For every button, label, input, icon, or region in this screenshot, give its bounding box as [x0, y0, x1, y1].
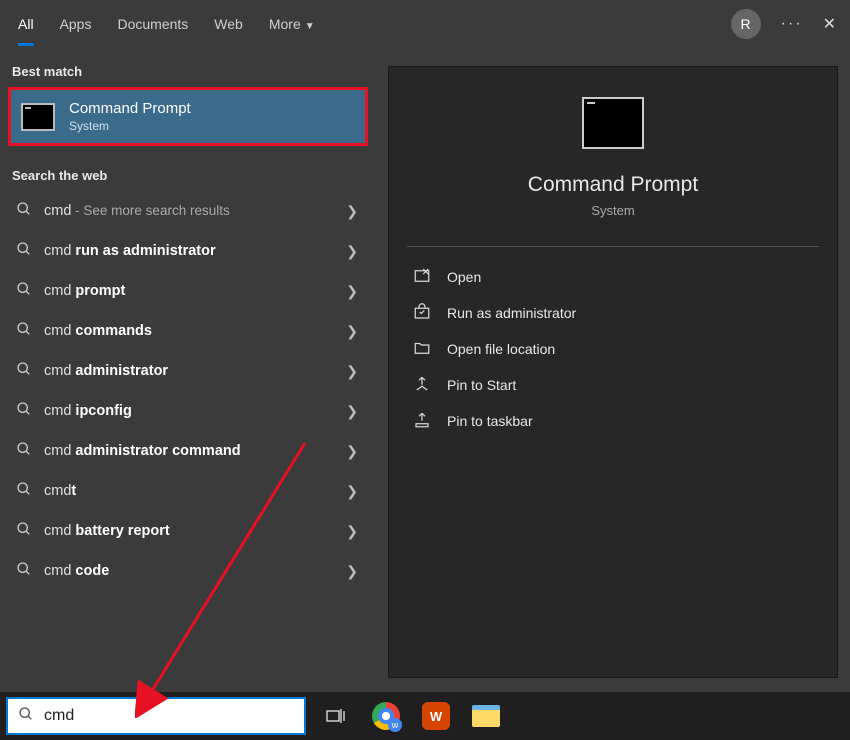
web-result-item[interactable]: cmd - See more search results ❯ [8, 191, 368, 231]
action-label: Pin to Start [447, 377, 516, 393]
result-text: cmdt [44, 483, 76, 499]
web-result-item[interactable]: cmd run as administrator ❯ [8, 231, 368, 271]
chevron-right-icon[interactable]: ❯ [346, 203, 358, 220]
taskbar: W [0, 692, 850, 740]
result-text: cmd ipconfig [44, 403, 132, 419]
result-text: cmd administrator command [44, 443, 241, 459]
result-text: cmd commands [44, 323, 152, 339]
action-label: Open file location [447, 341, 555, 357]
search-icon [18, 706, 34, 727]
search-icon [16, 561, 32, 581]
best-match-heading: Best match [8, 58, 368, 87]
search-web-heading: Search the web [8, 162, 368, 191]
result-text: cmd run as administrator [44, 243, 216, 259]
user-avatar[interactable]: R [731, 9, 761, 39]
best-match-text: Command Prompt System [69, 100, 191, 133]
chevron-right-icon[interactable]: ❯ [346, 563, 358, 580]
action-pin-to-start[interactable]: Pin to Start [407, 367, 819, 403]
pin-to-start-icon [413, 375, 431, 396]
chevron-right-icon[interactable]: ❯ [346, 363, 358, 380]
search-icon [16, 241, 32, 261]
open-icon [413, 267, 431, 288]
web-result-item[interactable]: cmdt ❯ [8, 471, 368, 511]
result-text: cmd code [44, 563, 109, 579]
result-text: cmd administrator [44, 363, 168, 379]
search-icon [16, 521, 32, 541]
chevron-right-icon[interactable]: ❯ [346, 523, 358, 540]
chevron-right-icon[interactable]: ❯ [346, 323, 358, 340]
web-result-item[interactable]: cmd battery report ❯ [8, 511, 368, 551]
web-result-item[interactable]: cmd commands ❯ [8, 311, 368, 351]
best-match-title: Command Prompt [69, 100, 191, 117]
tab-all[interactable]: All [18, 2, 34, 46]
command-prompt-icon [582, 97, 644, 149]
action-label: Pin to taskbar [447, 413, 533, 429]
results-column: Best match Command Prompt System Search … [0, 48, 376, 692]
top-right-controls: R ··· ✕ [731, 0, 836, 48]
preview-title: Command Prompt [528, 173, 698, 197]
more-options-icon[interactable]: ··· [781, 15, 803, 33]
tab-more-label: More [269, 16, 301, 32]
action-open-file-location[interactable]: Open file location [407, 331, 819, 367]
run-as-admin-icon [413, 303, 431, 324]
web-result-item[interactable]: cmd administrator command ❯ [8, 431, 368, 471]
chevron-right-icon[interactable]: ❯ [346, 483, 358, 500]
result-text: cmd - See more search results [44, 203, 230, 219]
search-icon [16, 321, 32, 341]
tab-web[interactable]: Web [214, 2, 243, 46]
search-input[interactable] [44, 707, 294, 725]
action-pin-to-taskbar[interactable]: Pin to taskbar [407, 403, 819, 439]
tab-documents[interactable]: Documents [117, 2, 188, 46]
search-tabs-bar: All Apps Documents Web More ▼ R ··· ✕ [0, 0, 850, 48]
search-tabs: All Apps Documents Web More ▼ [18, 2, 315, 46]
search-icon [16, 481, 32, 501]
task-view-icon[interactable] [316, 696, 356, 736]
best-match-subtitle: System [69, 119, 191, 133]
web-result-item[interactable]: cmd code ❯ [8, 551, 368, 591]
tab-apps[interactable]: Apps [60, 2, 92, 46]
chrome-app-icon[interactable] [366, 696, 406, 736]
web-result-item[interactable]: cmd prompt ❯ [8, 271, 368, 311]
search-main: Best match Command Prompt System Search … [0, 48, 850, 692]
chevron-right-icon[interactable]: ❯ [346, 443, 358, 460]
file-explorer-icon[interactable] [466, 696, 506, 736]
web-results-list: cmd - See more search results❯cmd run as… [8, 191, 368, 591]
open-file-location-icon [413, 339, 431, 360]
chevron-right-icon[interactable]: ❯ [346, 403, 358, 420]
action-label: Run as administrator [447, 305, 576, 321]
wps-app-icon[interactable]: W [416, 696, 456, 736]
chevron-right-icon[interactable]: ❯ [346, 283, 358, 300]
best-match-result[interactable]: Command Prompt System [8, 87, 368, 146]
result-text: cmd battery report [44, 523, 170, 539]
preview-column: Command Prompt System Open Run as adminis… [376, 48, 850, 692]
action-run-as-admin[interactable]: Run as administrator [407, 295, 819, 331]
action-open[interactable]: Open [407, 259, 819, 295]
preview-subtitle: System [591, 203, 634, 218]
tab-more[interactable]: More ▼ [269, 2, 315, 46]
web-result-item[interactable]: cmd ipconfig ❯ [8, 391, 368, 431]
search-icon [16, 401, 32, 421]
search-icon [16, 201, 32, 221]
preview-panel: Command Prompt System Open Run as adminis… [388, 66, 838, 678]
taskbar-search-box[interactable] [6, 697, 306, 735]
pin-to-taskbar-icon [413, 411, 431, 432]
close-icon[interactable]: ✕ [823, 14, 836, 34]
command-prompt-icon [21, 103, 55, 131]
divider [407, 246, 819, 247]
result-text: cmd prompt [44, 283, 125, 299]
web-result-item[interactable]: cmd administrator ❯ [8, 351, 368, 391]
search-icon [16, 281, 32, 301]
action-label: Open [447, 269, 481, 285]
chevron-right-icon[interactable]: ❯ [346, 243, 358, 260]
preview-header: Command Prompt System [407, 97, 819, 218]
preview-actions: Open Run as administrator Open file locati… [407, 259, 819, 439]
search-icon [16, 361, 32, 381]
search-icon [16, 441, 32, 461]
chevron-down-icon: ▼ [305, 21, 315, 32]
